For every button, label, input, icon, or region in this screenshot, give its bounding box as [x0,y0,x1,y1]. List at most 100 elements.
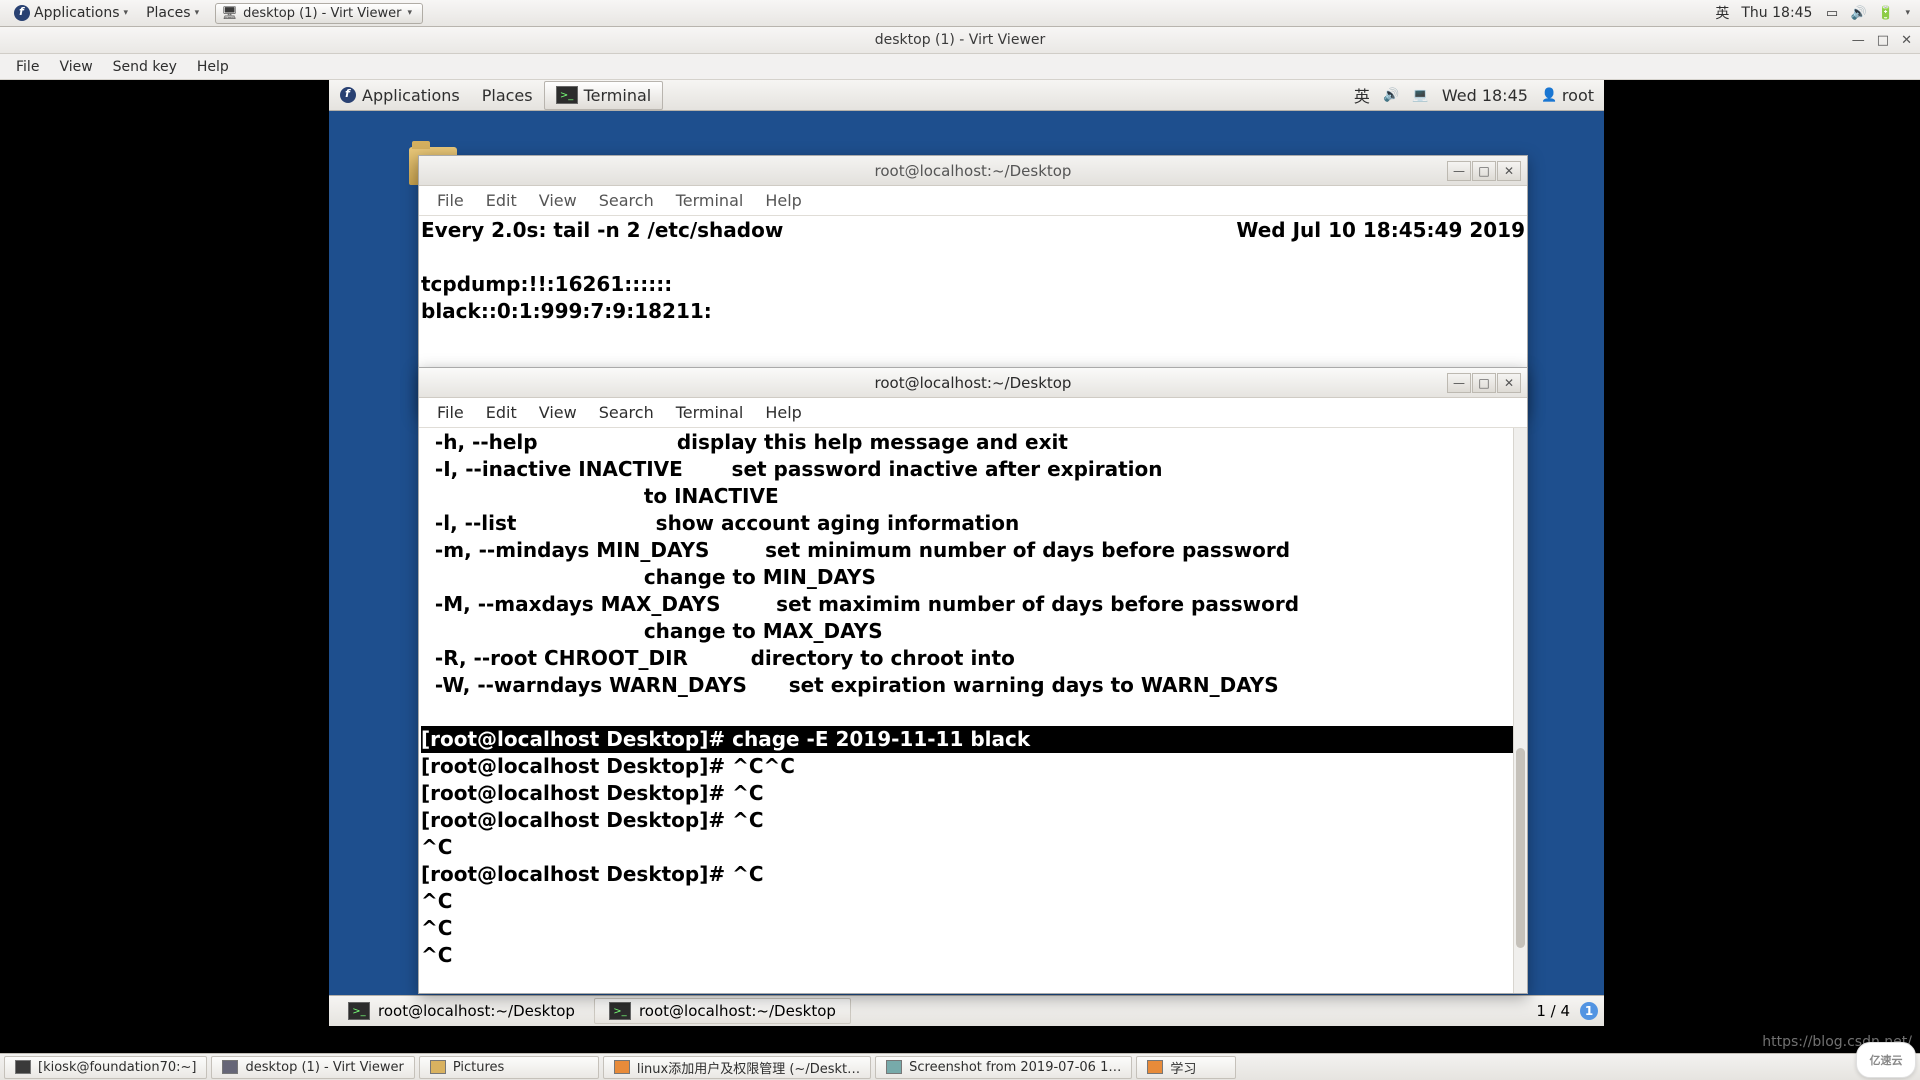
volume-icon[interactable]: 🔊 [1384,88,1399,103]
chage-help-text: -h, --help display this help message and… [421,430,1299,697]
watch-header-left: Every 2.0s: tail -n 2 /etc/shadow [421,218,783,242]
label: Applications [34,5,120,21]
maximize-button[interactable]: □ [1472,373,1496,393]
logo-badge: 亿速云 [1856,1042,1916,1078]
menu-file[interactable]: File [427,188,474,213]
menu-edit[interactable]: Edit [476,188,527,213]
vm-viewport[interactable]: Applications Places >_ Terminal 英 🔊 💻 We… [0,80,1920,1053]
document-icon [1147,1060,1163,1074]
virt-viewer-window: desktop (1) - Virt Viewer — □ ✕ File Vie… [0,27,1920,1053]
menu-help[interactable]: Help [755,400,811,425]
guest-applications-menu[interactable]: Applications [329,82,471,109]
workspace-badge[interactable]: 1 [1580,1002,1598,1020]
guest-ime-indicator[interactable]: 英 [1354,83,1370,107]
workspace-indicator[interactable]: 1 / 4 [1536,1002,1570,1020]
host-applications-menu[interactable]: Applications ▾ [6,2,136,24]
maximize-button[interactable]: □ [1472,161,1496,181]
host-places-menu[interactable]: Places ▾ [138,2,207,24]
folder-icon [430,1060,446,1074]
network-icon[interactable]: 💻 [1413,88,1428,103]
menu-view[interactable]: View [529,400,587,425]
menu-help[interactable]: Help [189,56,237,78]
menu-search[interactable]: Search [589,400,664,425]
user-icon: 👤 [1542,88,1557,103]
chevron-down-icon[interactable]: ▾ [1905,8,1910,18]
menu-file[interactable]: File [8,56,47,78]
display-icon: 🖥 [222,6,237,21]
virt-viewer-menubar: File View Send key Help [0,54,1920,80]
terminal-output[interactable]: Every 2.0s: tail -n 2 /etc/shadow Wed Jul… [419,216,1527,326]
guest-user-menu[interactable]: 👤 root [1542,86,1594,105]
label: Places [482,86,533,105]
terminal-scrollbar[interactable] [1513,428,1527,993]
fedora-icon [340,87,356,103]
label: desktop (1) - Virt Viewer [243,6,401,21]
minimize-button[interactable]: — [1447,161,1471,181]
terminal-window-chage[interactable]: root@localhost:~/Desktop — □ ✕ File Edit… [418,367,1528,994]
label: Applications [362,86,460,105]
shadow-line-1: tcpdump:!!:16261:::::: [421,272,672,296]
guest-bottom-panel: >_ root@localhost:~/Desktop >_ root@loca… [329,995,1604,1026]
chevron-down-icon: ▾ [124,8,129,18]
document-icon [614,1060,630,1074]
image-icon [886,1060,902,1074]
label: Screenshot from 2019-07-06 1… [909,1060,1121,1075]
taskbar-item[interactable]: Pictures [419,1056,599,1079]
taskbar-item[interactable]: linux添加用户及权限管理 (~/Deskt… [603,1056,871,1079]
guest-places-menu[interactable]: Places [471,82,544,109]
host-bottom-panel: [kiosk@foundation70:~] desktop (1) - Vir… [0,1053,1920,1080]
terminal-icon: >_ [609,1002,631,1020]
display-icon [222,1060,238,1074]
label: Places [146,5,191,21]
host-ime-indicator[interactable]: 英 [1715,3,1729,23]
menu-search[interactable]: Search [589,188,664,213]
menu-edit[interactable]: Edit [476,400,527,425]
guest-terminal-appmenu[interactable]: >_ Terminal [544,81,664,110]
host-clock[interactable]: Thu 18:45 [1741,5,1812,21]
display-icon[interactable]: ▭ [1824,6,1839,21]
terminal-icon: >_ [348,1002,370,1020]
guest-desktop[interactable]: root@localhost:~/Desktop — □ ✕ File Edit… [329,111,1604,995]
menu-help[interactable]: Help [755,188,811,213]
menu-file[interactable]: File [427,400,474,425]
fedora-icon [14,5,30,21]
virt-viewer-titlebar[interactable]: desktop (1) - Virt Viewer — □ ✕ [0,27,1920,54]
taskbar-item[interactable]: [kiosk@foundation70:~] [4,1056,207,1079]
terminal-titlebar[interactable]: root@localhost:~/Desktop — □ ✕ [419,368,1527,398]
taskbar-item-terminal-1[interactable]: >_ root@localhost:~/Desktop [333,998,590,1024]
scrollbar-thumb[interactable] [1516,748,1525,948]
guest-clock[interactable]: Wed 18:45 [1442,86,1528,105]
host-top-panel: Applications ▾ Places ▾ 🖥 desktop (1) - … [0,0,1920,27]
prompt-lines: [root@localhost Desktop]# ^C^C [root@loc… [421,754,795,967]
chevron-down-icon: ▾ [195,8,200,18]
minimize-button[interactable]: — [1852,33,1865,48]
close-button[interactable]: ✕ [1497,161,1521,181]
terminal-titlebar[interactable]: root@localhost:~/Desktop — □ ✕ [419,156,1527,186]
volume-icon[interactable]: 🔊 [1851,6,1866,21]
chevron-down-icon: ▾ [407,8,412,18]
taskbar-item[interactable]: 学习 [1136,1056,1236,1079]
terminal-output[interactable]: -h, --help display this help message and… [419,428,1527,993]
menu-terminal[interactable]: Terminal [666,188,754,213]
maximize-button[interactable]: □ [1877,33,1889,48]
taskbar-item-terminal-2[interactable]: >_ root@localhost:~/Desktop [594,998,851,1024]
label: root@localhost:~/Desktop [378,1002,575,1020]
close-button[interactable]: ✕ [1497,373,1521,393]
watch-header-right: Wed Jul 10 18:45:49 2019 [1236,217,1525,244]
terminal-menubar: File Edit View Search Terminal Help [419,186,1527,216]
label: [kiosk@foundation70:~] [38,1060,196,1075]
minimize-button[interactable]: — [1447,373,1471,393]
shadow-line-2: black::0:1:999:7:9:18211: [421,299,712,323]
terminal-icon: >_ [556,86,578,104]
menu-view[interactable]: View [529,188,587,213]
host-window-button[interactable]: 🖥 desktop (1) - Virt Viewer ▾ [215,3,423,24]
taskbar-item[interactable]: Screenshot from 2019-07-06 1… [875,1056,1132,1079]
label: Pictures [453,1060,504,1075]
menu-view[interactable]: View [51,56,100,78]
terminal-icon [15,1060,31,1074]
taskbar-item[interactable]: desktop (1) - Virt Viewer [211,1056,414,1079]
menu-terminal[interactable]: Terminal [666,400,754,425]
battery-icon[interactable]: 🔋 [1878,6,1893,21]
close-button[interactable]: ✕ [1901,33,1912,48]
menu-sendkey[interactable]: Send key [105,56,185,78]
